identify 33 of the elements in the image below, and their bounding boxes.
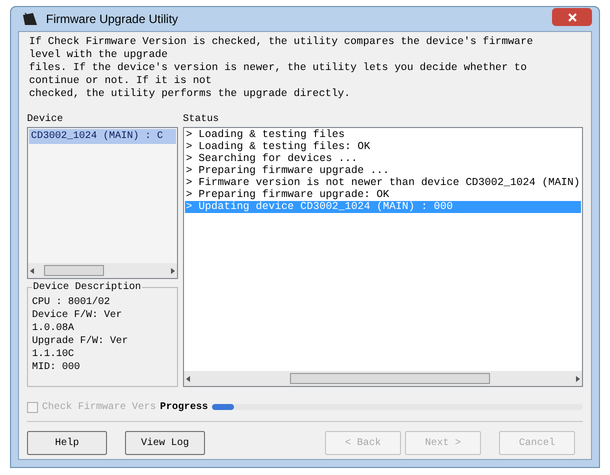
status-list-item[interactable]: > Preparing firmware upgrade: OK: [184, 189, 581, 201]
scroll-right-icon: [170, 268, 175, 274]
horizontal-scrollbar[interactable]: [184, 371, 582, 386]
description-line: Device F/W: Ver: [32, 309, 124, 322]
intro-text: checked, the utility performs the upgrade directly.: [29, 88, 352, 101]
window-title: Firmware Upgrade Utility: [46, 11, 178, 28]
device-list-item[interactable]: CD3002_1024 (MAIN) : C: [29, 129, 176, 144]
checkbox-label: Check Firmware Vers: [42, 400, 156, 414]
app-icon: [22, 12, 38, 26]
status-list-item[interactable]: > Loading & testing files: OK: [184, 141, 581, 153]
scroll-right-icon: [576, 376, 580, 382]
scroll-thumb[interactable]: [44, 265, 104, 276]
scroll-thumb[interactable]: [290, 373, 490, 384]
description-line: CPU : 8001/02: [32, 296, 112, 309]
dialog-button[interactable]: View Log: [125, 431, 205, 455]
description-line: Upgrade F/W: Ver: [32, 335, 130, 348]
scroll-left-icon: [30, 268, 34, 274]
device-label: Device: [27, 113, 64, 127]
dialog-button[interactable]: Help: [27, 431, 107, 455]
close-button[interactable]: [552, 8, 592, 26]
status-list-item[interactable]: > Preparing firmware upgrade ...: [184, 165, 581, 177]
description-line: 1.1.10C: [32, 348, 76, 361]
horizontal-scrollbar[interactable]: [28, 263, 177, 278]
status-list-item[interactable]: > Firmware version is not newer than device CD3002_1024 (MAIN): [184, 177, 581, 189]
description-line: 1.0.08A: [32, 322, 76, 335]
close-icon: [568, 12, 576, 22]
status-list-item[interactable]: > Loading & testing files: [184, 129, 581, 141]
status-label: Status: [182, 113, 220, 127]
status-list-item[interactable]: > Searching for devices ...: [184, 153, 581, 165]
group-title: Device Description: [32, 281, 142, 294]
progress-label: Progress: [160, 400, 208, 414]
scroll-left-icon: [186, 376, 190, 382]
description-line: MID: 000: [32, 361, 82, 374]
